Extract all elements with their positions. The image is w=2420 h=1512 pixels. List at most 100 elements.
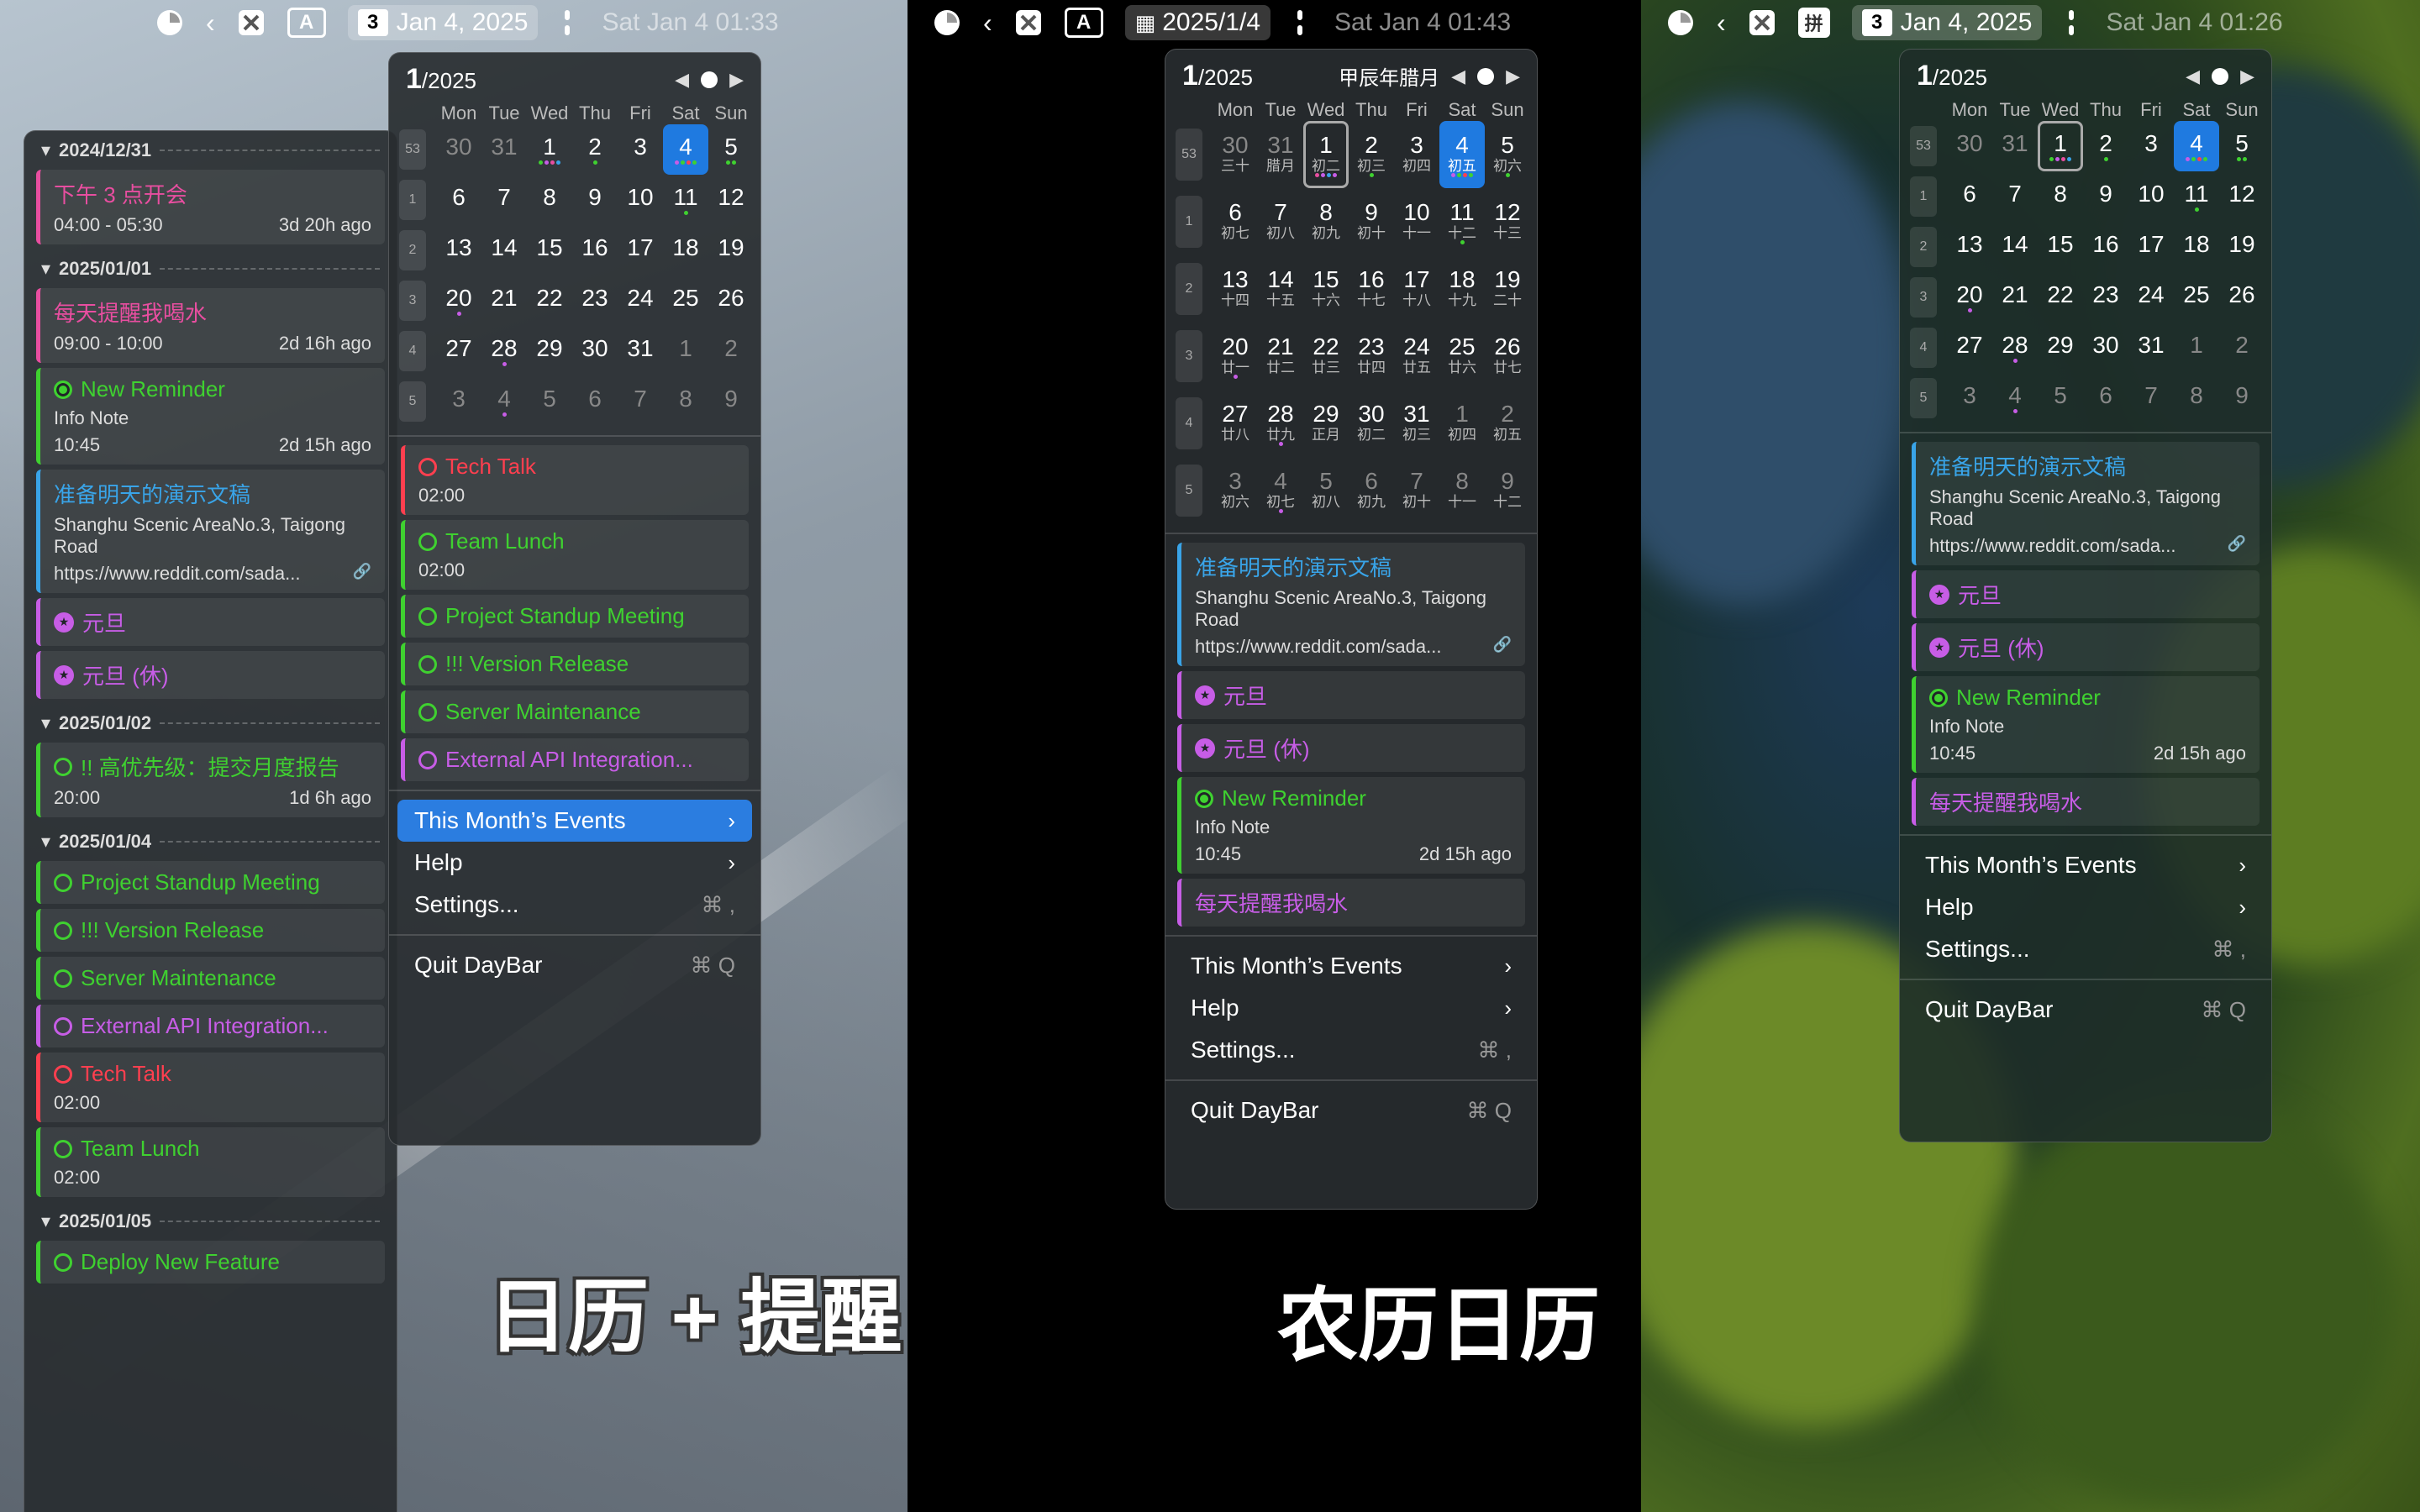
calendar-day[interactable]: 8 十一	[1439, 457, 1485, 524]
reminder-circle-icon[interactable]	[54, 969, 72, 988]
event-item[interactable]: Tech Talk 02:00	[36, 1053, 385, 1122]
chevron-left-icon[interactable]: ‹	[206, 8, 215, 39]
calendar-day[interactable]: 6	[572, 376, 618, 427]
calendar-day[interactable]: 9	[2083, 171, 2128, 222]
date-group-header[interactable]: ▾ 2025/01/05	[24, 1202, 397, 1236]
reminder-circle-icon[interactable]	[418, 457, 437, 476]
calendar-day[interactable]: 8	[663, 376, 708, 427]
calendar-day[interactable]: 14	[481, 225, 527, 276]
calendar-day[interactable]: 2	[2083, 121, 2128, 171]
calendar-day[interactable]: 31	[1992, 121, 2038, 171]
calendar-day[interactable]: 28 廿九	[1258, 390, 1303, 457]
menubar-date-button[interactable]: 3 Jan 4, 2025	[347, 5, 539, 40]
calendar-day[interactable]: 19	[708, 225, 754, 276]
menubar-clock[interactable]: Sat Jan 4 01:33	[602, 8, 778, 37]
calendar-day[interactable]: 24	[2128, 272, 2174, 323]
quit-menu-item[interactable]: Quit DayBar ⌘ Q	[397, 944, 752, 986]
event-item[interactable]: 元旦 (休)	[36, 651, 385, 699]
calendar-day[interactable]: 14 十五	[1258, 255, 1303, 323]
today-dot-icon[interactable]	[701, 71, 718, 88]
calendar-day[interactable]: 27	[436, 326, 481, 376]
calendar-day[interactable]: 19	[2219, 222, 2265, 272]
this-months-events-menu-item[interactable]: This Month’s Events ›	[1908, 844, 2263, 886]
calendar-day[interactable]: 18	[663, 225, 708, 276]
reminder-circle-icon[interactable]	[418, 532, 437, 551]
calendar-day[interactable]: 5	[527, 376, 572, 427]
calendar-day[interactable]: 29 正月	[1303, 390, 1349, 457]
event-item[interactable]: External API Integration...	[401, 738, 749, 781]
this-months-events-menu-item[interactable]: This Month’s Events ›	[397, 800, 752, 842]
calendar-day[interactable]: 7	[481, 175, 527, 225]
calendar-day[interactable]: 13	[1947, 222, 1992, 272]
calendar-day[interactable]: 8	[2038, 171, 2083, 222]
calendar-day[interactable]: 29	[2038, 323, 2083, 373]
calendar-day[interactable]: 9 十二	[1485, 457, 1530, 524]
event-item[interactable]: Project Standup Meeting	[401, 595, 749, 638]
disclosure-triangle-icon[interactable]: ▾	[41, 831, 50, 853]
event-item[interactable]: 下午 3 点开会 04:00 - 05:30 3d 20h ago	[36, 170, 385, 244]
reminder-circle-icon[interactable]	[54, 1064, 72, 1084]
help-menu-item[interactable]: Help ›	[1174, 987, 1528, 1029]
event-item[interactable]: Server Maintenance	[36, 957, 385, 1000]
date-group-header[interactable]: ▾ 2025/01/01	[24, 249, 397, 283]
calendar-day[interactable]: 6 初九	[1349, 457, 1394, 524]
reminder-circle-icon[interactable]	[418, 750, 437, 769]
event-item[interactable]: 元旦	[36, 598, 385, 646]
calendar-day[interactable]: 21	[481, 276, 527, 326]
calendar-day[interactable]: 10	[2128, 171, 2174, 222]
disclosure-triangle-icon[interactable]: ▾	[41, 139, 50, 161]
calendar-day[interactable]: 8	[2174, 373, 2219, 423]
help-menu-item[interactable]: Help ›	[1908, 886, 2263, 928]
calendar-day[interactable]: 11 十二	[1439, 188, 1485, 255]
calendar-day[interactable]: 8 初九	[1303, 188, 1349, 255]
calendar-day[interactable]: 11	[2174, 171, 2219, 222]
calendar-day[interactable]: 9	[2219, 373, 2265, 423]
calendar-day[interactable]: 30 三十	[1213, 121, 1258, 188]
prev-month-icon[interactable]: ◀	[2186, 66, 2200, 87]
calendar-day[interactable]: 28	[481, 326, 527, 376]
calendar-day[interactable]: 30 初二	[1349, 390, 1394, 457]
calendar-day[interactable]: 2 初三	[1349, 121, 1394, 188]
event-item[interactable]: 元旦	[1912, 570, 2260, 618]
calendar-day[interactable]: 12 十三	[1485, 188, 1530, 255]
input-source-icon[interactable]: A	[287, 8, 326, 38]
reminder-circle-icon[interactable]	[54, 757, 72, 776]
calendar-day[interactable]: 20 廿一	[1213, 323, 1258, 390]
calendar-day[interactable]: 10	[618, 175, 663, 225]
calendar-day[interactable]: 2	[572, 124, 618, 175]
calendar-day[interactable]: 3	[436, 376, 481, 427]
calendar-day[interactable]: 27 廿八	[1213, 390, 1258, 457]
calendar-day[interactable]: 31 初三	[1394, 390, 1439, 457]
calendar-day[interactable]: 30	[572, 326, 618, 376]
chevron-left-icon[interactable]: ‹	[1717, 8, 1726, 39]
calendar-day[interactable]: 23	[2083, 272, 2128, 323]
calendar-day[interactable]: 7 初十	[1394, 457, 1439, 524]
calendar-day[interactable]: 22	[2038, 272, 2083, 323]
today-dot-icon[interactable]	[1477, 67, 1495, 85]
event-item[interactable]: 准备明天的演示文稿 Shanghu Scenic AreaNo.3, Taigon…	[1912, 442, 2260, 565]
calendar-day[interactable]: 5	[2219, 121, 2265, 171]
app-icon[interactable]	[933, 8, 961, 37]
calendar-day[interactable]: 10 十一	[1394, 188, 1439, 255]
calendar-day[interactable]: 5	[2038, 373, 2083, 423]
calendar-day[interactable]: 30	[436, 124, 481, 175]
event-item[interactable]: !!! Version Release	[36, 909, 385, 952]
event-item[interactable]: Team Lunch 02:00	[36, 1127, 385, 1197]
disclosure-triangle-icon[interactable]: ▾	[41, 712, 50, 734]
date-group-header[interactable]: ▾ 2024/12/31	[24, 131, 397, 165]
event-item[interactable]: 每天提醒我喝水 09:00 - 10:00 2d 16h ago	[36, 288, 385, 363]
calendar-day[interactable]: 12	[2219, 171, 2265, 222]
calendar-day[interactable]: 24	[618, 276, 663, 326]
event-item[interactable]: 元旦	[1177, 671, 1525, 719]
this-months-events-menu-item[interactable]: This Month’s Events ›	[1174, 945, 1528, 987]
event-item[interactable]: New Reminder Info Note 10:45 2d 15h ago	[36, 368, 385, 465]
chevron-left-icon[interactable]: ‹	[983, 8, 992, 39]
reminder-done-icon[interactable]	[1195, 789, 1213, 808]
prev-month-icon[interactable]: ◀	[1451, 66, 1465, 87]
calendar-day[interactable]: 25	[663, 276, 708, 326]
calendar-day[interactable]: 13 十四	[1213, 255, 1258, 323]
calendar-day[interactable]: 14	[1992, 222, 2038, 272]
event-item[interactable]: New Reminder Info Note 10:45 2d 15h ago	[1177, 777, 1525, 874]
calendar-day[interactable]: 23 廿四	[1349, 323, 1394, 390]
calendar-day[interactable]: 2 初五	[1485, 390, 1530, 457]
